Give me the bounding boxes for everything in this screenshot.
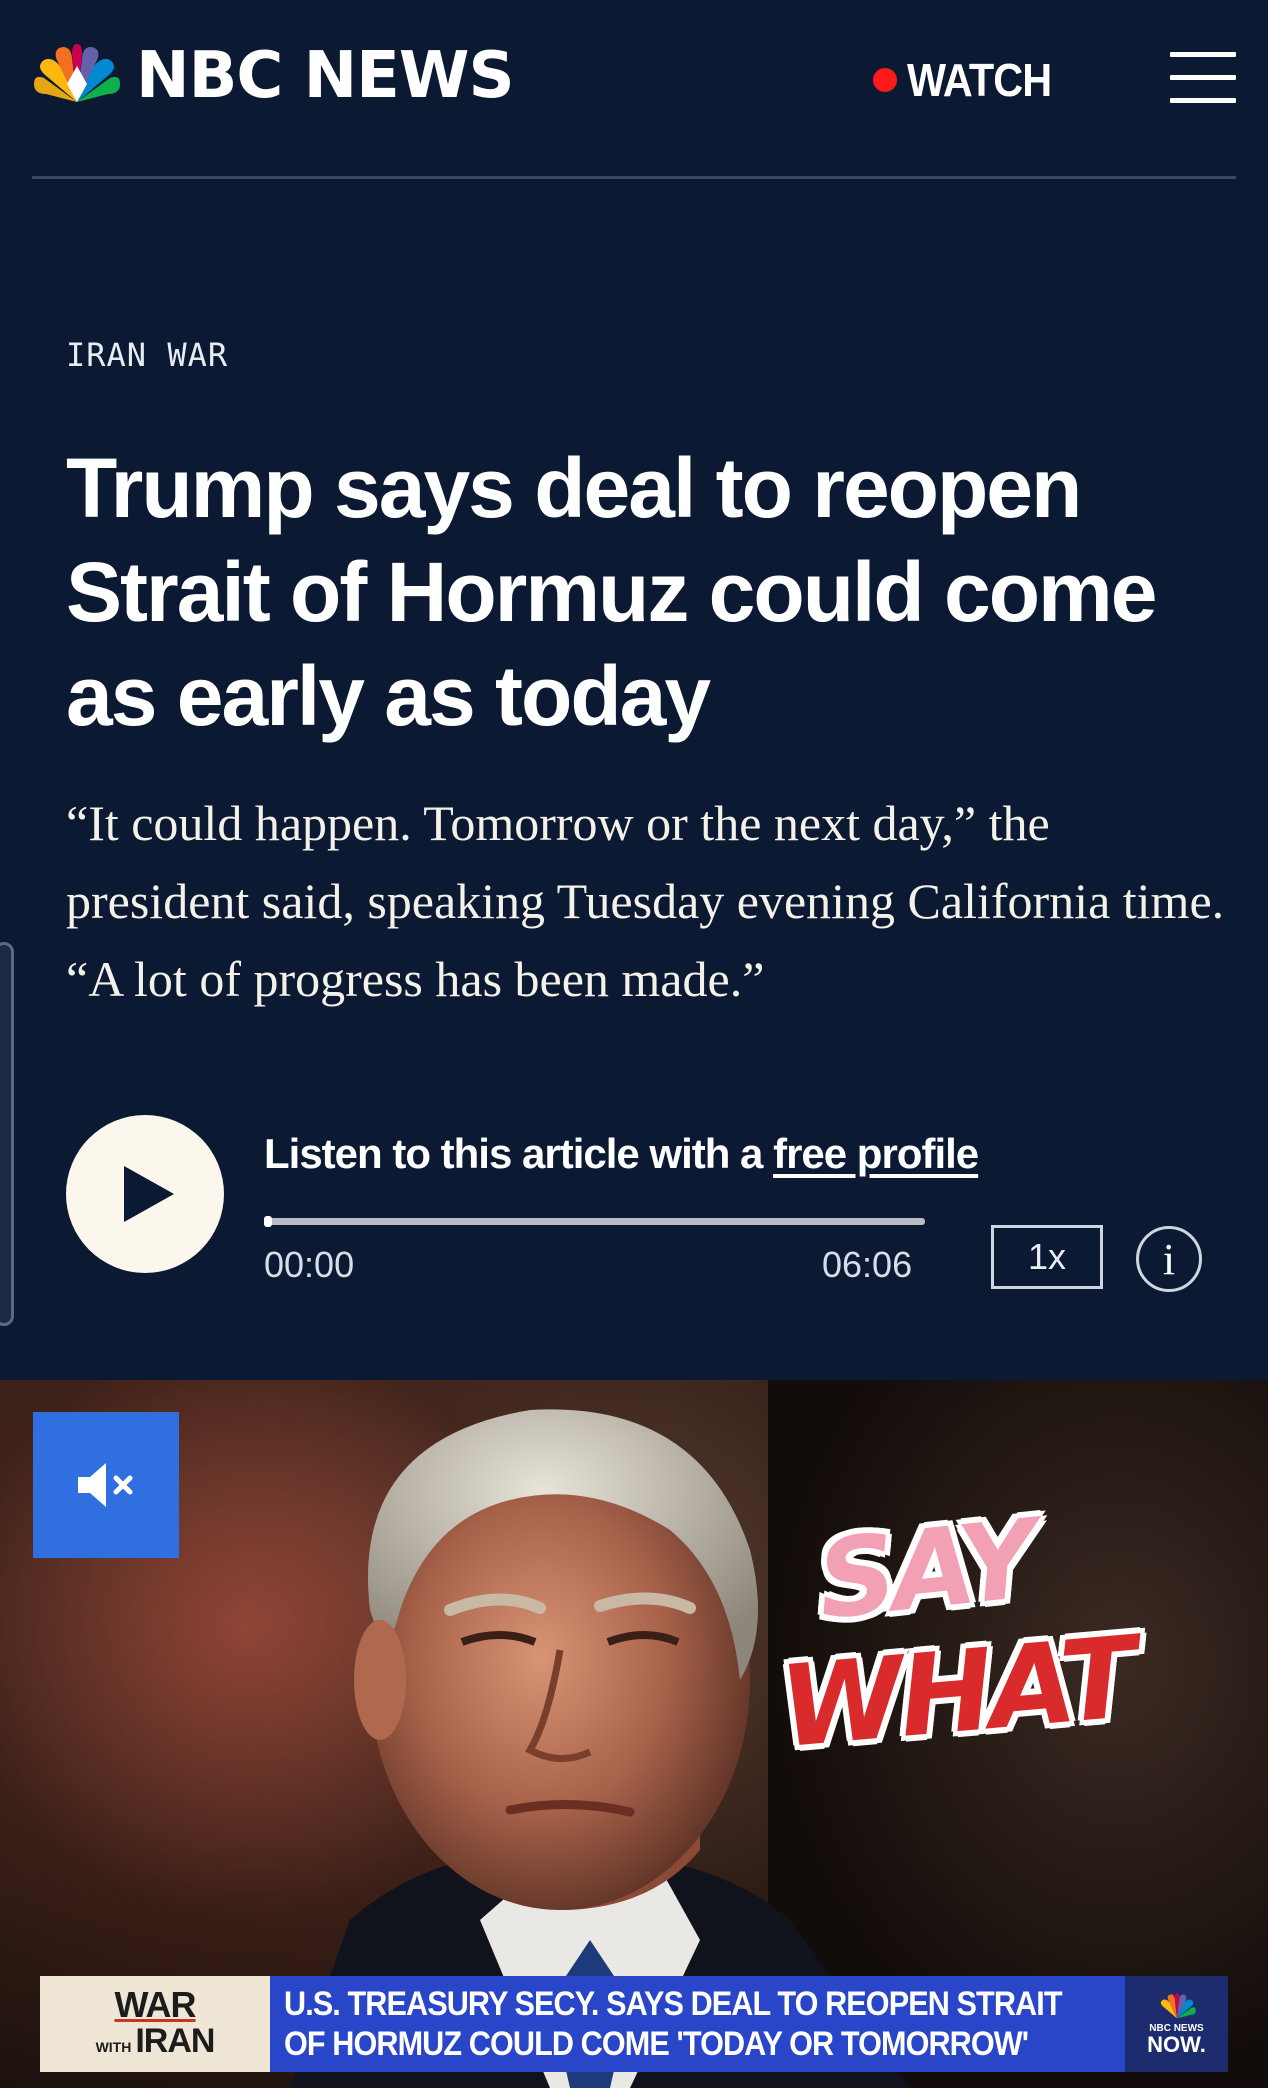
menu-bar bbox=[1170, 75, 1236, 80]
info-icon[interactable]: i bbox=[1136, 1226, 1202, 1292]
listen-prompt-text: Listen to this article with a bbox=[264, 1130, 763, 1177]
edge-drag-handle[interactable] bbox=[0, 942, 14, 1326]
article-page: NBC NEWS WATCH IRAN WAR Trump says deal … bbox=[0, 0, 1268, 2088]
audio-progress-fill bbox=[264, 1216, 272, 1227]
playback-speed-button[interactable]: 1x bbox=[991, 1225, 1103, 1289]
chyron-tag-with: WITH bbox=[95, 2038, 132, 2055]
chyron-section-tag: WAR WITH IRAN bbox=[40, 1976, 270, 2072]
section-kicker[interactable]: IRAN WAR bbox=[66, 336, 228, 374]
watch-label: WATCH bbox=[907, 54, 1052, 106]
chyron-line-2: OF HORMUZ COULD COME 'TODAY OR TOMORROW' bbox=[284, 2025, 1029, 2063]
watch-live-button[interactable]: WATCH bbox=[873, 52, 1067, 108]
brand-wordmark: NBC NEWS bbox=[136, 39, 515, 113]
news-chyron: WAR WITH IRAN U.S. TREASURY SECY. SAYS D… bbox=[40, 1976, 1228, 2072]
menu-bar bbox=[1170, 52, 1236, 57]
article-dek: “It could happen. Tomorrow or the next d… bbox=[66, 795, 1225, 1007]
nbc-news-now-logo: NBC NEWS NOW. bbox=[1125, 1976, 1228, 2072]
listen-prompt: Listen to this article with a free profi… bbox=[264, 1130, 979, 1178]
sticker-text-top: SAY bbox=[812, 1497, 1040, 1644]
nbc-peacock-icon bbox=[34, 44, 120, 102]
nbc-news-logo[interactable]: NBC NEWS bbox=[32, 39, 515, 113]
free-profile-link[interactable]: free profile bbox=[773, 1130, 979, 1177]
live-dot-icon bbox=[873, 68, 897, 92]
article-headline: Trump says deal to reopen Strait of Horm… bbox=[66, 441, 1157, 743]
chyron-headline: U.S. TREASURY SECY. SAYS DEAL TO REOPEN … bbox=[270, 1976, 1125, 2072]
unmute-button[interactable] bbox=[33, 1412, 179, 1558]
say-what-sticker: SAY WHAT bbox=[770, 1497, 1139, 1800]
chyron-tag-bottom: IRAN bbox=[135, 2021, 215, 2060]
play-button[interactable] bbox=[66, 1115, 224, 1273]
chyron-brand-now: NOW. bbox=[1147, 2031, 1206, 2057]
audio-progress-bar[interactable] bbox=[264, 1216, 925, 1227]
site-header: NBC NEWS WATCH bbox=[0, 0, 1268, 179]
audio-current-time: 00:00 bbox=[264, 1244, 355, 1285]
hamburger-menu-icon[interactable] bbox=[1170, 52, 1236, 104]
header-divider bbox=[32, 176, 1236, 179]
chyron-tag-top: WAR bbox=[114, 1983, 197, 2025]
chyron-tag-bottom-group: WITH IRAN bbox=[95, 2021, 216, 2061]
nbc-peacock-icon bbox=[1160, 1992, 1196, 2018]
muted-speaker-icon bbox=[78, 1463, 133, 1507]
chyron-line-1: U.S. TREASURY SECY. SAYS DEAL TO REOPEN … bbox=[284, 1985, 1063, 2023]
menu-bar bbox=[1170, 98, 1236, 103]
video-player[interactable]: SAY WHAT WAR WITH IRAN U.S. TREASURY SEC… bbox=[0, 1380, 1268, 2088]
audio-duration: 06:06 bbox=[822, 1244, 913, 1285]
play-icon bbox=[124, 1166, 174, 1222]
